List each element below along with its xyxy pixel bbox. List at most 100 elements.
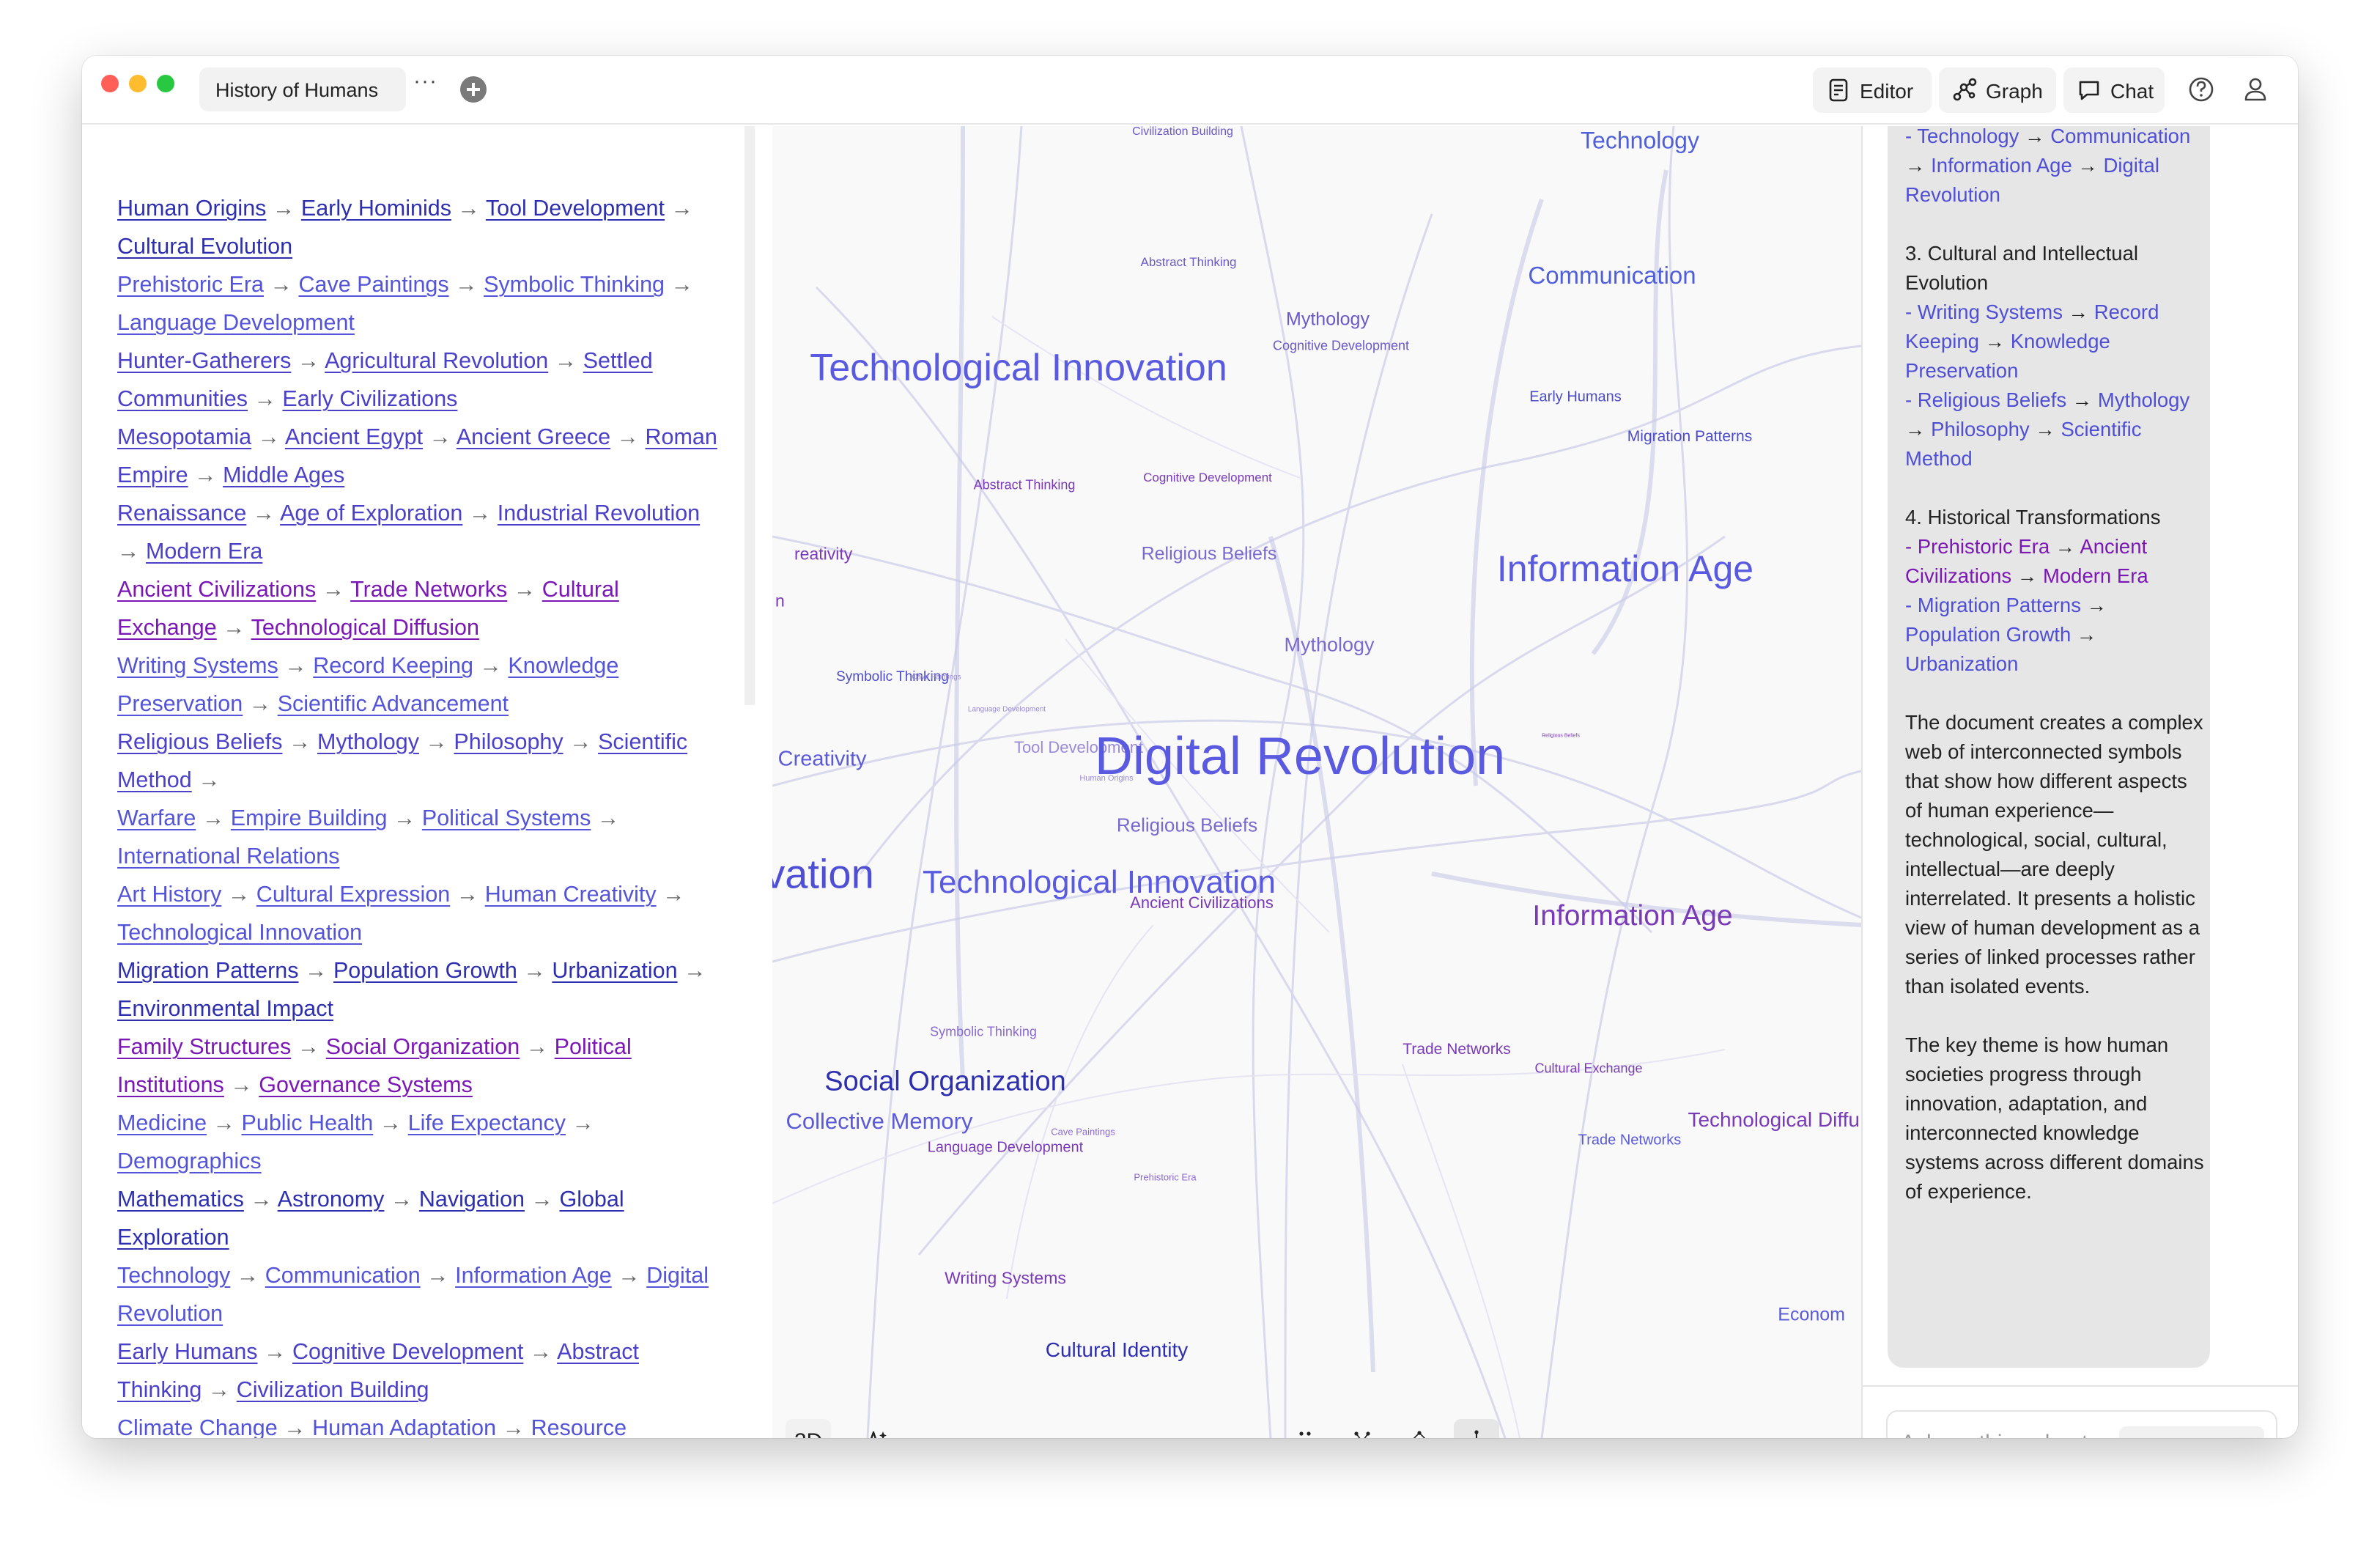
document-body[interactable]: Human Origins → Early Hominids → Tool De… <box>117 189 718 1438</box>
concept-link[interactable]: Technology <box>117 1263 230 1288</box>
editor-scrollbar[interactable] <box>744 126 755 705</box>
graph-node-label[interactable]: Cave Paintings <box>1051 1127 1115 1138</box>
graph-node-label[interactable]: Technology <box>1581 128 1699 155</box>
concept-link[interactable]: Family Structures <box>117 1034 291 1059</box>
concept-link[interactable]: Hunter-Gatherers <box>117 348 291 373</box>
graph-node-label[interactable]: Symbolic Thinking <box>930 1025 1037 1040</box>
concept-link[interactable]: Human Adaptation <box>312 1415 496 1438</box>
graph-node-label[interactable]: Civilization Building <box>1132 126 1233 139</box>
graph-node-label[interactable]: Human Origins <box>1079 774 1133 783</box>
graph-node-label[interactable]: Cave Paintings <box>912 674 961 682</box>
grid-layout-button[interactable] <box>1282 1419 1328 1438</box>
graph-node-label[interactable]: Communication <box>1528 262 1696 290</box>
sparkle-button[interactable] <box>853 1419 898 1438</box>
concept-link[interactable]: Technological Innovation <box>117 920 362 945</box>
graph-node-label[interactable]: n <box>775 591 785 611</box>
graph-node-label[interactable]: Mythology <box>1286 309 1370 331</box>
concept-link[interactable]: Mesopotamia <box>117 424 251 449</box>
concept-link[interactable]: Mathematics <box>117 1187 244 1212</box>
concept-link[interactable]: Early Civilizations <box>282 386 457 411</box>
chat-input[interactable]: Ask anything about claude-3-5-... <box>1886 1410 2277 1438</box>
graph-node-label[interactable]: Ancient Civilizations <box>1130 893 1274 913</box>
concept-link[interactable]: Scientific Advancement <box>278 691 509 716</box>
graph-button[interactable]: Graph <box>1939 67 2056 113</box>
concept-link[interactable]: Record Keeping <box>313 653 473 678</box>
concept-link[interactable]: Astronomy <box>278 1187 385 1212</box>
help-icon[interactable] <box>2184 72 2219 107</box>
concept-link[interactable]: Middle Ages <box>223 462 344 487</box>
graph-node-label[interactable]: Religious Beliefs <box>1542 734 1580 739</box>
concept-link[interactable]: Early Humans <box>117 1339 258 1364</box>
new-tab-button[interactable] <box>460 76 487 103</box>
graph-node-label[interactable]: Technological Diffu <box>1688 1108 1860 1132</box>
graph-node-label[interactable]: Trade Networks <box>1578 1132 1681 1149</box>
concept-link[interactable]: Age of Exploration <box>280 501 462 526</box>
concept-link[interactable]: Renaissance <box>117 501 246 526</box>
concept-link[interactable]: Mythology <box>317 729 419 754</box>
graph-node-label[interactable]: Abstract Thinking <box>974 478 1076 493</box>
concept-link[interactable]: Navigation <box>419 1187 525 1212</box>
concept-link[interactable]: Governance Systems <box>259 1072 473 1097</box>
concept-link[interactable]: Public Health <box>242 1110 374 1135</box>
concept-link[interactable]: Resource <box>531 1415 627 1438</box>
concept-link[interactable]: Demographics <box>117 1149 262 1173</box>
concept-link[interactable]: Human Creativity <box>485 882 657 907</box>
concept-link[interactable]: Religious Beliefs <box>117 729 282 754</box>
user-icon[interactable] <box>2238 72 2273 107</box>
graph-node-label[interactable]: Writing Systems <box>945 1269 1066 1289</box>
editor-button[interactable]: Editor <box>1813 67 1932 113</box>
concept-link[interactable]: Information Age <box>455 1263 612 1288</box>
document-tab[interactable]: History of Humans <box>199 67 406 111</box>
concept-link[interactable]: Cultural Expression <box>256 882 450 907</box>
diamond-layout-button[interactable] <box>1397 1419 1442 1438</box>
concept-link[interactable]: Urbanization <box>552 958 677 983</box>
concept-link[interactable]: Migration Patterns <box>117 958 299 983</box>
graph-view[interactable]: Civilization Building Technology Abstract … <box>772 126 1861 1438</box>
concept-link[interactable]: Empire Building <box>231 806 388 830</box>
graph-node-label[interactable]: Cognitive Development <box>1273 339 1409 354</box>
concept-link[interactable]: Population Growth <box>333 958 517 983</box>
concept-link[interactable]: Civilization Building <box>237 1377 429 1402</box>
tab-more-button[interactable]: ··· <box>413 69 437 94</box>
concept-link[interactable]: Cultural Evolution <box>117 234 292 259</box>
concept-link[interactable]: Environmental Impact <box>117 996 333 1021</box>
concept-link[interactable]: Language Development <box>117 310 355 335</box>
graph-node-label[interactable]: Social Organization <box>824 1066 1066 1098</box>
concept-link[interactable]: Tool Development <box>486 196 665 221</box>
concept-link[interactable]: Cognitive Development <box>292 1339 523 1364</box>
chat-button[interactable]: Chat <box>2063 67 2165 113</box>
graph-node-label[interactable]: Mythology <box>1284 634 1374 657</box>
graph-node-label[interactable]: Cultural Identity <box>1046 1338 1189 1362</box>
concept-link[interactable]: Philosophy <box>454 729 563 754</box>
concept-link[interactable]: Writing Systems <box>117 653 278 678</box>
graph-node-label[interactable]: Early Humans <box>1529 389 1622 406</box>
graph-node-label[interactable]: Religious Beliefs <box>1142 544 1277 565</box>
concept-link[interactable]: Medicine <box>117 1110 207 1135</box>
graph-node-label[interactable]: Technological Innovation <box>810 346 1227 390</box>
concept-link[interactable]: Life Expectancy <box>408 1110 566 1135</box>
concept-link[interactable]: Early Hominids <box>301 196 451 221</box>
concept-link[interactable]: Warfare <box>117 806 196 830</box>
graph-node-label[interactable]: Prehistoric Era <box>1134 1172 1196 1183</box>
minimize-window-button[interactable] <box>129 75 147 92</box>
graph-node-label[interactable]: Digital Revolution <box>1095 726 1505 786</box>
concept-link[interactable]: Cave Paintings <box>298 272 448 297</box>
close-window-button[interactable] <box>101 75 119 92</box>
graph-node-label[interactable]: Language Development <box>928 1140 1083 1157</box>
concept-link[interactable]: Trade Networks <box>350 577 507 602</box>
concept-link[interactable]: Modern Era <box>146 539 262 564</box>
graph-node-label[interactable]: Migration Patterns <box>1627 428 1752 446</box>
concept-link[interactable]: Industrial Revolution <box>498 501 700 526</box>
concept-link[interactable]: Climate Change <box>117 1415 278 1438</box>
graph-node-label[interactable]: Trade Networks <box>1402 1041 1510 1058</box>
graph-node-label[interactable]: Language Development <box>968 706 1046 714</box>
concept-link[interactable]: Symbolic Thinking <box>484 272 665 297</box>
concept-link[interactable]: Agricultural Revolution <box>325 348 548 373</box>
concept-link[interactable]: Ancient Greece <box>457 424 610 449</box>
graph-node-label[interactable]: vation <box>772 850 874 898</box>
tree-layout-button[interactable] <box>1339 1419 1385 1438</box>
concept-link[interactable]: Prehistoric Era <box>117 272 264 297</box>
concept-link[interactable]: Ancient Civilizations <box>117 577 316 602</box>
graph-node-label[interactable]: n Creativity <box>772 748 867 772</box>
graph-node-label[interactable]: Cognitive Development <box>1143 471 1272 485</box>
